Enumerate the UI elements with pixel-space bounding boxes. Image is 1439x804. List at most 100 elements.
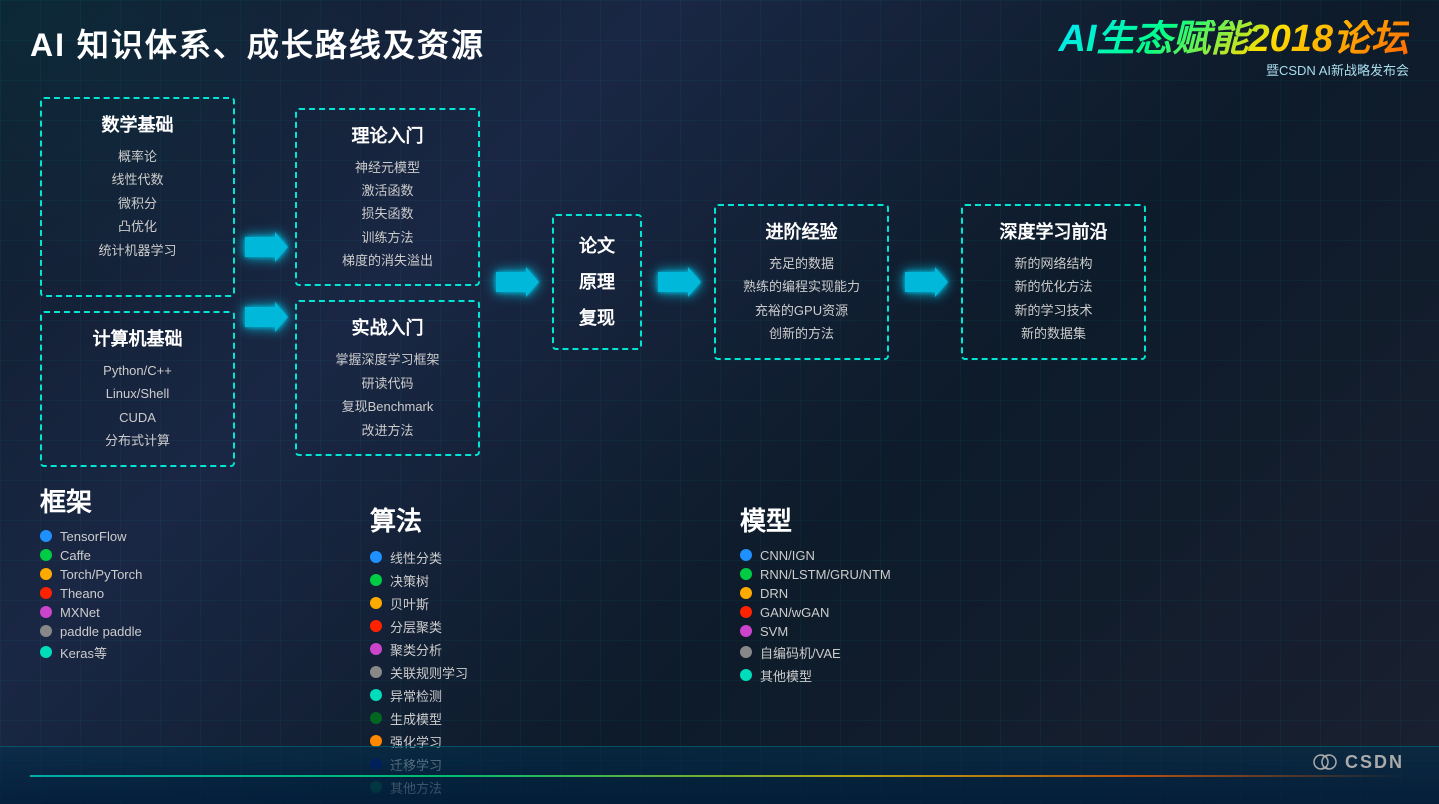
dot <box>40 530 52 542</box>
legend-label: Keras等 <box>60 643 107 662</box>
model-spacer <box>740 482 1090 497</box>
theory-title: 理论入门 <box>313 122 462 148</box>
logo-sub: 暨CSDN AI新战略发布会 <box>1058 60 1409 79</box>
left-boxes: 数学基础 概率论线性代数微积分凸优化统计机器学习 计算机基础 Python/C+… <box>40 97 235 467</box>
computer-title: 计算机基础 <box>58 325 217 351</box>
theory-items: 神经元模型激活函数损失函数训练方法梯度的消失溢出 <box>313 156 462 273</box>
legend-label: TensorFlow <box>60 529 126 544</box>
legend-label: 决策树 <box>390 571 429 590</box>
frameworks-section: 框架 TensorFlow Caffe Torch/PyTorch Theano… <box>40 482 310 662</box>
list-item: 决策树 <box>370 571 660 590</box>
legend-label: Torch/PyTorch <box>60 567 142 582</box>
logo-area: AI生态赋能2018论坛 暨CSDN AI新战略发布会 <box>1058 20 1409 79</box>
mid-boxes: 理论入门 神经元模型激活函数损失函数训练方法梯度的消失溢出 实战入门 掌握深度学… <box>295 108 480 457</box>
list-item: 生成模型 <box>370 709 660 728</box>
practice-box: 实战入门 掌握深度学习框架研读代码复现Benchmark改进方法 <box>295 300 480 456</box>
header: AI 知识体系、成长路线及资源 AI生态赋能2018论坛 暨CSDN AI新战略… <box>30 20 1409 79</box>
arrow-3 <box>653 262 703 302</box>
models-list: CNN/IGN RNN/LSTM/GRU/NTM DRN GAN/wGAN SV… <box>740 548 1090 685</box>
list-item: SVM <box>740 624 1090 639</box>
dot <box>370 574 382 586</box>
paper-text: 论文原理复现 <box>579 228 615 336</box>
list-item: GAN/wGAN <box>740 605 1090 620</box>
advanced-title: 进阶经验 <box>732 218 871 244</box>
arrow-2 <box>491 262 541 302</box>
legend-label: 关联规则学习 <box>390 663 468 682</box>
list-item: Theano <box>40 586 310 601</box>
dot <box>740 549 752 561</box>
algorithms-label: 算法 <box>370 501 660 538</box>
dot <box>740 587 752 599</box>
dot <box>740 625 752 637</box>
math-items: 概率论线性代数微积分凸优化统计机器学习 <box>58 145 217 262</box>
arrow-1-bot <box>240 297 290 337</box>
list-item: RNN/LSTM/GRU/NTM <box>740 567 1090 582</box>
arrow-1-top <box>240 227 290 267</box>
paper-box: 论文原理复现 <box>552 214 642 350</box>
models-label: 模型 <box>740 501 1090 538</box>
arrow-4-area <box>900 262 950 302</box>
dot <box>370 712 382 724</box>
list-item: DRN <box>740 586 1090 601</box>
legend-label: 生成模型 <box>390 709 442 728</box>
dot <box>40 606 52 618</box>
dot <box>370 551 382 563</box>
csdn-icon <box>1311 748 1339 776</box>
page-title: AI 知识体系、成长路线及资源 <box>30 20 485 66</box>
legend-label: CNN/IGN <box>760 548 815 563</box>
arrow-4 <box>900 262 950 302</box>
dot <box>370 620 382 632</box>
legend-label: GAN/wGAN <box>760 605 829 620</box>
bottom-tech-line <box>30 775 1409 777</box>
list-item: 贝叶斯 <box>370 594 660 613</box>
list-item: Keras等 <box>40 643 310 662</box>
list-item: Torch/PyTorch <box>40 567 310 582</box>
legend-label: paddle paddle <box>60 624 142 639</box>
dot <box>740 646 752 658</box>
flow-diagram: 数学基础 概率论线性代数微积分凸优化统计机器学习 计算机基础 Python/C+… <box>30 97 1409 467</box>
math-box: 数学基础 概率论线性代数微积分凸优化统计机器学习 <box>40 97 235 297</box>
advanced-box: 进阶经验 充足的数据熟练的编程实现能力充裕的GPU资源创新的方法 <box>714 204 889 360</box>
legend-label: 其他模型 <box>760 666 812 685</box>
list-item: 聚类分析 <box>370 640 660 659</box>
list-item: CNN/IGN <box>740 548 1090 563</box>
legend-label: 异常检测 <box>390 686 442 705</box>
deep-title: 深度学习前沿 <box>979 218 1128 244</box>
algo-spacer <box>370 482 660 497</box>
frameworks-list: TensorFlow Caffe Torch/PyTorch Theano MX… <box>40 529 310 662</box>
list-item: 分层聚类 <box>370 617 660 636</box>
list-item: MXNet <box>40 605 310 620</box>
arrow-1-area <box>240 227 290 337</box>
legend-label: 自编码机/VAE <box>760 643 841 662</box>
computer-items: Python/C++Linux/ShellCUDA分布式计算 <box>58 359 217 453</box>
theory-box: 理论入门 神经元模型激活函数损失函数训练方法梯度的消失溢出 <box>295 108 480 287</box>
dot <box>370 689 382 701</box>
arrow-3-area <box>653 262 703 302</box>
legend-label: Caffe <box>60 548 91 563</box>
models-section: 模型 CNN/IGN RNN/LSTM/GRU/NTM DRN GAN/wGAN… <box>740 482 1090 685</box>
advanced-items: 充足的数据熟练的编程实现能力充裕的GPU资源创新的方法 <box>732 252 871 346</box>
dot <box>40 568 52 580</box>
arrow-2-area <box>491 262 541 302</box>
list-item: TensorFlow <box>40 529 310 544</box>
list-item: Caffe <box>40 548 310 563</box>
csdn-text: CSDN <box>1345 752 1404 773</box>
dot <box>370 643 382 655</box>
dot <box>740 606 752 618</box>
dot <box>740 568 752 580</box>
main-content: AI 知识体系、成长路线及资源 AI生态赋能2018论坛 暨CSDN AI新战略… <box>0 0 1439 804</box>
computer-box: 计算机基础 Python/C++Linux/ShellCUDA分布式计算 <box>40 311 235 467</box>
dot <box>740 669 752 681</box>
legend-label: 聚类分析 <box>390 640 442 659</box>
math-title: 数学基础 <box>58 111 217 137</box>
list-item: 关联规则学习 <box>370 663 660 682</box>
legend-label: SVM <box>760 624 788 639</box>
legend-label: Theano <box>60 586 104 601</box>
logo-main: AI生态赋能2018论坛 <box>1058 20 1409 58</box>
dot <box>40 587 52 599</box>
list-item: 线性分类 <box>370 548 660 567</box>
practice-items: 掌握深度学习框架研读代码复现Benchmark改进方法 <box>313 348 462 442</box>
csdn-logo: CSDN <box>1311 748 1404 776</box>
deep-items: 新的网络结构新的优化方法新的学习技术新的数据集 <box>979 252 1128 346</box>
legend-label: DRN <box>760 586 788 601</box>
